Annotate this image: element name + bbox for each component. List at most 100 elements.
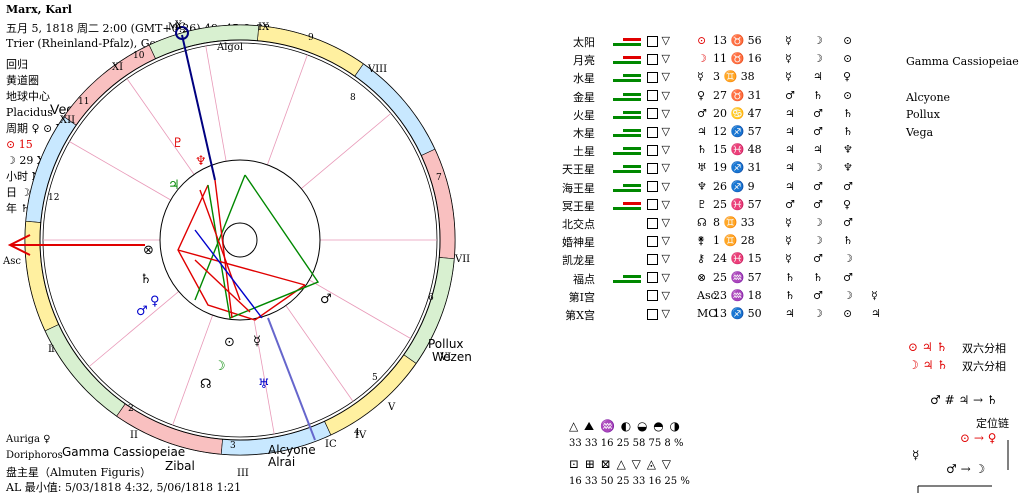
house-number-label: 9 xyxy=(308,33,314,43)
doriphoros-line: Doriphoros xyxy=(6,450,63,461)
planet-symbol: ⚷ xyxy=(697,252,706,266)
planet-row[interactable]: 太阳 ⊙ 13 ♉ 56 ☿ ☽ ⊙ ▽ xyxy=(555,32,1015,50)
dignity-icons: ▽ xyxy=(647,89,670,102)
ruler-1: ♃ xyxy=(785,143,795,157)
ruler-3: ♀ xyxy=(843,197,852,211)
ruler-1: ♄ xyxy=(785,270,795,284)
name: 木星 xyxy=(573,127,595,140)
dignity-icons: ▽ xyxy=(647,234,670,247)
planet-row[interactable]: 第X宫 MC 13 ♐ 50 ♃ ☽ ⊙ ♃ ▽ xyxy=(555,305,1015,323)
ruler-2: ♂ xyxy=(813,197,823,211)
ruler-3: ☽ xyxy=(843,252,853,266)
aspect-pattern-syms-1: ⊙ ♃ ♄ xyxy=(908,340,948,354)
algol-label: Algol xyxy=(216,42,243,53)
moon-glyph: ☽ xyxy=(214,359,226,374)
planet-row[interactable]: 北交点 ☊ 8 ♊ 33 ☿ ☽ ♂ ▽ xyxy=(555,214,1015,232)
planet-row[interactable]: 冥王星 ♇ 25 ♓ 57 ♂ ♂ ♀ ▽ xyxy=(555,196,1015,214)
ruler-3: ⊙ xyxy=(843,88,853,102)
planet-row[interactable]: 天王星 ♅ 19 ♐ 31 ♃ ☽ ♆ ▽ xyxy=(555,159,1015,177)
ruler-1: ♃ xyxy=(785,307,795,320)
ruler-2: ♂ xyxy=(813,125,823,138)
aspect-pattern-label-2[interactable]: 双六分相 xyxy=(962,358,1006,374)
ruler-3: ♆ xyxy=(843,161,853,175)
strength-bar xyxy=(623,274,641,278)
ruler-4: ☿ xyxy=(871,288,878,302)
dispositor-connectors xyxy=(917,440,1009,493)
fixed-star-vega: Vega xyxy=(906,126,934,139)
planet-symbol: ♄ xyxy=(697,143,707,157)
planet-row[interactable]: 土星 ♄ 15 ♓ 48 ♃ ♃ ♆ ▽ xyxy=(555,141,1015,159)
ruler-2: ♂ xyxy=(813,179,823,193)
name: 金星 xyxy=(573,90,595,104)
house-number-label: 12 xyxy=(48,193,59,203)
strength-bar xyxy=(623,92,641,96)
planet-row[interactable]: 福点 ⊗ 25 ♒ 57 ♄ ♄ ♂ ▽ xyxy=(555,269,1015,287)
ruler-1: ♂ xyxy=(785,88,795,102)
ruler-1: ☿ xyxy=(785,70,792,84)
planet-position: 27 ♉ 31 xyxy=(713,88,762,102)
strength-bar xyxy=(613,279,641,283)
strength-bar xyxy=(613,43,641,46)
strength-bar xyxy=(623,38,641,41)
dignity-icons: ▽ xyxy=(647,307,670,320)
planet-symbol: ♂ xyxy=(697,106,707,120)
name: 第I宫 xyxy=(568,290,595,304)
name: 天王星 xyxy=(562,163,595,177)
ruler-2: ♄ xyxy=(813,270,823,284)
planet-row[interactable]: 第I宫 Asc 23 ♒ 18 ♄ ♂ ☽ ☿ ▽ xyxy=(555,287,1015,305)
planet-row[interactable]: 木星 ♃ 12 ♐ 57 ♃ ♂ ♄ ▽ xyxy=(555,123,1015,141)
ruler-2: ☽ xyxy=(813,307,823,320)
zibal-label: Zibal xyxy=(165,459,195,473)
ruler-1: ☿ xyxy=(785,252,792,266)
natal-chart-wheel[interactable]: Asc IC MC X10XI11XII12I1II2III3IV4V5VI6V… xyxy=(0,0,520,493)
strength-bar xyxy=(613,61,641,65)
fixed-star-gamma: Gamma Cassiopeiae xyxy=(906,55,1019,68)
aspect-pattern-label-1[interactable]: 双六分相 xyxy=(962,340,1006,356)
name: 婚神星 xyxy=(562,236,595,250)
strength-bar xyxy=(623,147,641,151)
center-circle xyxy=(222,222,258,258)
strength-bar xyxy=(623,56,641,60)
planet-row[interactable]: 火星 ♂ 20 ♋ 47 ♃ ♂ ♄ ▽ xyxy=(555,105,1015,123)
wezen-label: Wezen xyxy=(432,350,472,364)
house-number-label: 6 xyxy=(428,293,434,303)
house-number-label: 3 xyxy=(230,441,236,451)
strength-bar xyxy=(623,110,641,114)
alrai-label: Alrai xyxy=(268,455,295,469)
house-number-label: 8 xyxy=(350,93,356,103)
ruler-1: ♃ xyxy=(785,125,795,138)
planet-row[interactable]: 凯龙星 ⚷ 24 ♓ 15 ☿ ♂ ☽ ▽ xyxy=(555,250,1015,268)
name: 月亮 xyxy=(573,54,595,68)
ruler-2: ♃ xyxy=(813,70,823,84)
ruler-1: ♃ xyxy=(785,161,795,175)
house-number-label: 10 xyxy=(133,51,145,61)
mars-glyph: ♂ xyxy=(320,292,332,307)
planet-position: 23 ♒ 18 xyxy=(713,288,762,302)
strength-bar xyxy=(613,97,641,101)
planet-row[interactable]: 海王星 ♆ 26 ♐ 9 ♃ ♂ ♂ ▽ xyxy=(555,178,1015,196)
gamma-cassiopeiae-label: Gamma Cassiopeiae xyxy=(62,445,185,459)
planet-row[interactable]: 婚神星 ⚵ 1 ♊ 28 ☿ ☽ ♄ ▽ xyxy=(555,232,1015,250)
strength-bar xyxy=(613,79,641,83)
house-roman-label: VII xyxy=(454,254,470,265)
strength-bar xyxy=(623,129,641,132)
planet-position: 15 ♓ 48 xyxy=(713,143,762,157)
ruler-3: ☽ xyxy=(843,288,853,302)
ruler-3: ♂ xyxy=(843,216,853,229)
planet-position: 24 ♓ 15 xyxy=(713,252,762,266)
house-roman-label: III xyxy=(237,468,249,479)
planet-symbol: ♆ xyxy=(697,179,707,193)
planet-position: 13 ♉ 56 xyxy=(713,34,762,47)
name: 福点 xyxy=(573,272,595,286)
ruler-1: ☿ xyxy=(785,216,792,229)
ic-label: IC xyxy=(325,439,337,450)
ruler-2: ☽ xyxy=(813,161,823,175)
ruler-3: ♄ xyxy=(843,106,853,120)
name: 水星 xyxy=(573,72,595,86)
ruler-3: ♄ xyxy=(843,125,853,138)
planet-symbol: ☊ xyxy=(697,216,707,229)
planet-row[interactable]: 水星 ☿ 3 ♊ 38 ☿ ♃ ♀ ▽ xyxy=(555,68,1015,86)
strength-bar xyxy=(623,165,641,169)
planet-position: 13 ♐ 50 xyxy=(713,307,762,320)
fortune-glyph: ⊗ xyxy=(143,243,154,258)
